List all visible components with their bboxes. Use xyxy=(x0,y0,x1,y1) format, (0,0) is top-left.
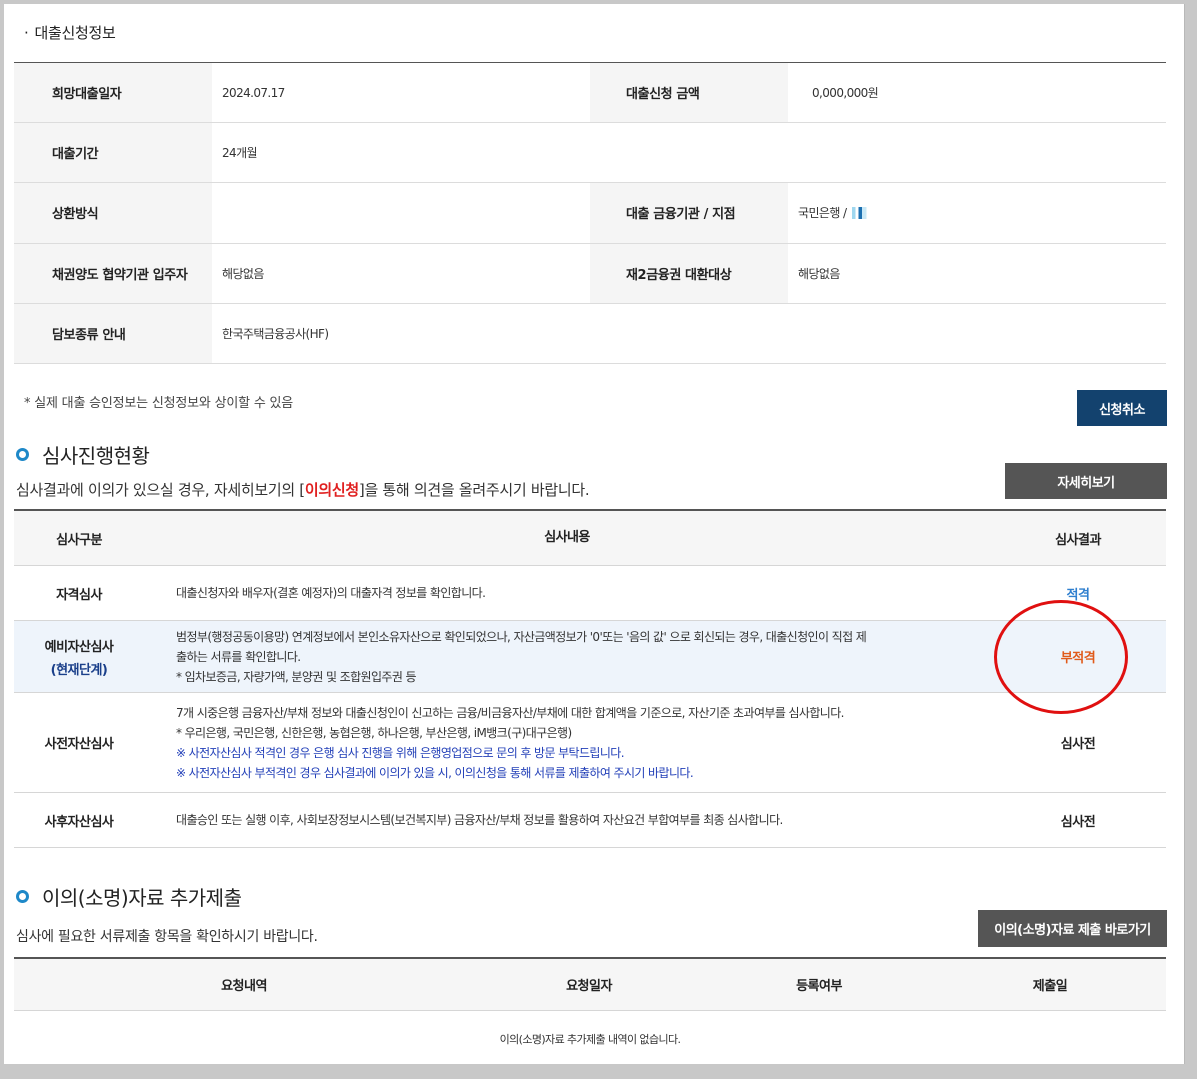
approval-note: * 실제 대출 승인정보는 신청정보와 상이할 수 있음 xyxy=(24,396,294,411)
review-result: 심사전 xyxy=(1060,814,1096,830)
review-table: 심사구분 심사내용 심사결과 자격심사 대출신청자와 배우자(결혼 예정자)의 … xyxy=(14,509,1166,848)
header-registered: 등록여부 xyxy=(796,979,842,994)
empty-message: 이의(소명)자료 추가제출 내역이 없습니다. xyxy=(499,1033,681,1046)
info-label: 재2금융권 대환대상 xyxy=(590,243,788,303)
redacted-branch-icon xyxy=(852,206,871,219)
info-value: 한국주택금융공사(HF) xyxy=(222,326,329,341)
info-label: 대출 금융기관 / 지점 xyxy=(590,183,788,243)
info-value: 해당없음 xyxy=(798,266,840,281)
info-value: 0,000,000원 xyxy=(812,86,879,101)
bank-name: 국민은행 / xyxy=(798,206,847,221)
header-result: 심사결과 xyxy=(1055,532,1101,548)
supplement-table: 요청내역 요청일자 등록여부 제출일 이의(소명)자료 추가제출 내역이 없습니… xyxy=(14,957,1166,1064)
review-heading-text: 심사진행현황 xyxy=(42,444,150,468)
header-request: 요청내역 xyxy=(221,979,267,994)
supplement-heading-text: 이의(소명)자료 추가제출 xyxy=(42,886,242,910)
info-value-bank: 국민은행 / xyxy=(788,183,1166,242)
header-type: 심사구분 xyxy=(56,532,102,548)
section-bullet-icon xyxy=(16,448,29,461)
info-label: 채권양도 협약기관 입주자 xyxy=(14,243,212,303)
review-description: 심사결과에 이의가 있으실 경우, 자세히보기의 [이의신청]을 통해 의견을 … xyxy=(16,481,590,499)
review-content: 7개 시중은행 금융자산/부채 정보와 대출신청인이 신고하는 금융/비금융자산… xyxy=(176,705,845,780)
submit-evidence-button[interactable]: 이의(소명)자료 제출 바로가기 xyxy=(978,910,1167,947)
info-label: 담보종류 안내 xyxy=(14,303,212,363)
review-heading: 심사진행현황 xyxy=(16,440,150,469)
review-type: 자격심사 xyxy=(56,587,102,603)
info-value xyxy=(212,183,590,242)
info-row: 채권양도 협약기관 입주자 해당없음 재2금융권 대환대상 해당없음 xyxy=(14,243,1166,304)
info-label: 희망대출일자 xyxy=(14,63,212,123)
header-content: 심사내용 xyxy=(544,530,590,545)
supplement-description: 심사에 필요한 서류제출 항목을 확인하시기 바랍니다. xyxy=(16,929,318,945)
review-type: 예비자산심사 (현재단계) xyxy=(44,639,114,678)
objection-highlight: 이의신청 xyxy=(304,481,359,499)
table-row: 자격심사 대출신청자와 배우자(결혼 예정자)의 대출자격 정보를 확인합니다.… xyxy=(14,566,1166,621)
info-label: 대출기간 xyxy=(14,123,212,183)
review-table-header: 심사구분 심사내용 심사결과 xyxy=(14,511,1166,566)
current-stage-label: (현재단계) xyxy=(50,662,108,678)
header-submit-date: 제출일 xyxy=(1032,979,1068,994)
review-content: 범정부(행정공동이용망) 연계정보에서 본인소유자산으로 확인되었으나, 자산금… xyxy=(176,629,867,684)
info-value: 해당없음 xyxy=(222,266,264,281)
loan-info-table: 희망대출일자 2024.07.17 대출신청 금액 0,000,000원 대출기… xyxy=(14,62,1166,364)
review-content: 대출신청자와 배우자(결혼 예정자)의 대출자격 정보를 확인합니다. xyxy=(176,586,486,600)
detail-view-button[interactable]: 자세히보기 xyxy=(1005,463,1167,499)
supplement-table-header: 요청내역 요청일자 등록여부 제출일 xyxy=(14,959,1166,1011)
cancel-application-button[interactable]: 신청취소 xyxy=(1077,390,1167,426)
section-bullet-icon xyxy=(16,890,29,903)
info-label: 상환방식 xyxy=(14,183,212,243)
info-row: 대출기간 24개월 xyxy=(14,123,1166,184)
red-annotation-circle xyxy=(994,600,1128,714)
loan-info-title: · 대출신청정보 xyxy=(24,24,116,42)
review-type: 사후자산심사 xyxy=(44,814,114,830)
review-type: 사전자산심사 xyxy=(44,737,114,752)
header-request-date: 요청일자 xyxy=(566,979,612,994)
table-row: 사전자산심사 7개 시중은행 금융자산/부채 정보와 대출신청인이 신고하는 금… xyxy=(14,693,1166,793)
info-row: 희망대출일자 2024.07.17 대출신청 금액 0,000,000원 xyxy=(14,63,1166,124)
info-label: 대출신청 금액 xyxy=(590,63,788,123)
info-value: 24개월 xyxy=(222,146,258,161)
info-value: 2024.07.17 xyxy=(222,85,285,100)
info-row: 상환방식 대출 금융기관 / 지점 국민은행 / xyxy=(14,183,1166,244)
review-content: 대출승인 또는 실행 이후, 사회보장정보시스템(보건복지부) 금융자산/부채 … xyxy=(176,813,783,827)
table-row: 사후자산심사 대출승인 또는 실행 이후, 사회보장정보시스템(보건복지부) 금… xyxy=(14,793,1166,848)
info-row: 담보종류 안내 한국주택금융공사(HF) xyxy=(14,303,1166,364)
supplement-heading: 이의(소명)자료 추가제출 xyxy=(16,882,242,911)
page: · 대출신청정보 희망대출일자 2024.07.17 대출신청 금액 0,000,… xyxy=(4,4,1185,1064)
